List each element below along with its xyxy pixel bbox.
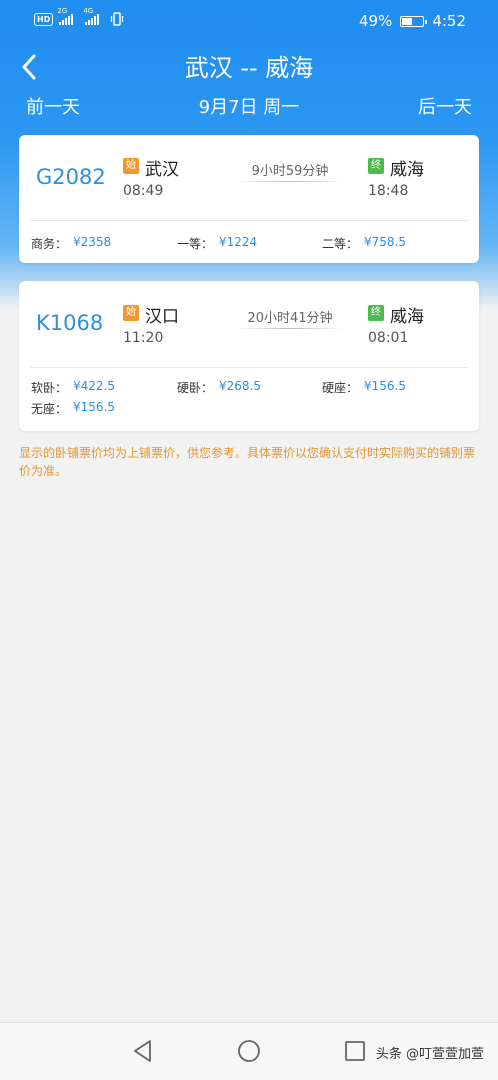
duration: 9小时59分钟 bbox=[251, 164, 329, 179]
hd-icon: HD bbox=[34, 12, 54, 26]
divider bbox=[30, 220, 467, 221]
train-card-g2082[interactable]: G2082 始 武汉 08:49 9小时59分钟 终 威海 18:48 商务： … bbox=[19, 135, 479, 263]
end-tag: 终 bbox=[368, 158, 384, 174]
prev-day-button[interactable]: 前一天 bbox=[26, 93, 80, 119]
train-number: G2082 bbox=[36, 165, 106, 189]
arrive-time: 18:48 bbox=[368, 183, 409, 199]
duration-line bbox=[234, 328, 346, 329]
seat-price-business: ¥2358 bbox=[73, 235, 112, 249]
duration-line bbox=[234, 181, 346, 182]
arrive-time: 08:01 bbox=[368, 330, 409, 346]
train-card-k1068[interactable]: K1068 始 汉口 11:20 20小时41分钟 终 威海 08:01 软卧：… bbox=[19, 281, 479, 431]
depart-time: 11:20 bbox=[123, 330, 164, 346]
nav-home-icon[interactable] bbox=[236, 1038, 262, 1064]
from-station: 汉口 bbox=[145, 307, 179, 327]
end-tag: 终 bbox=[368, 305, 384, 321]
seat-label-second: 二等： bbox=[322, 237, 359, 251]
signal-icon: 2G bbox=[57, 7, 74, 25]
next-day-button[interactable]: 后一天 bbox=[418, 93, 472, 119]
seat-label-soft-sleeper: 软卧： bbox=[31, 381, 68, 395]
train-number: K1068 bbox=[36, 311, 104, 335]
status-bar: HD 2G 4G 49% 4:52 bbox=[0, 0, 498, 42]
to-station: 威海 bbox=[390, 307, 424, 327]
nav-recents-icon[interactable] bbox=[342, 1038, 368, 1064]
vibrate-icon bbox=[111, 12, 124, 26]
signal-icon-2: 4G bbox=[83, 7, 100, 25]
seat-label-hard-seat: 硬座： bbox=[322, 381, 359, 395]
divider bbox=[30, 367, 467, 368]
seat-label-first: 一等： bbox=[177, 237, 214, 251]
clock: 4:52 bbox=[432, 12, 466, 30]
seat-price-standing: ¥156.5 bbox=[73, 400, 115, 414]
seat-price-soft-sleeper: ¥422.5 bbox=[73, 379, 115, 393]
seat-label-standing: 无座： bbox=[31, 402, 68, 416]
watermark: 头条 @叮萱萱加萱 bbox=[375, 1047, 484, 1062]
seat-price-second: ¥758.5 bbox=[364, 235, 406, 249]
network-type-label-2: 4G bbox=[83, 7, 94, 15]
seat-price-hard-seat: ¥156.5 bbox=[364, 379, 406, 393]
system-nav-bar: 头条 @叮萱萱加萱 bbox=[0, 1022, 498, 1080]
seat-label-business: 商务： bbox=[31, 237, 68, 251]
from-station: 武汉 bbox=[145, 160, 179, 180]
seat-label-hard-sleeper: 硬卧： bbox=[177, 381, 214, 395]
network-type-label: 2G bbox=[57, 7, 68, 15]
page-title: 武汉 -- 威海 bbox=[184, 54, 314, 82]
to-station: 威海 bbox=[390, 160, 424, 180]
start-tag: 始 bbox=[123, 158, 139, 174]
battery-percent: 49% bbox=[358, 12, 393, 30]
duration: 20小时41分钟 bbox=[247, 311, 333, 326]
date-switcher: 9月7日 周一 前一天 后一天 bbox=[0, 93, 498, 119]
nav-back-icon[interactable] bbox=[130, 1038, 156, 1064]
depart-time: 08:49 bbox=[123, 183, 164, 199]
seat-price-first: ¥1224 bbox=[219, 235, 258, 249]
price-notice: 显示的卧铺票价均为上铺票价，供您参考。具体票价以您确认支付时实际购买的铺别票价为… bbox=[19, 446, 476, 478]
seat-price-hard-sleeper: ¥268.5 bbox=[219, 379, 261, 393]
battery-icon bbox=[400, 15, 428, 27]
start-tag: 始 bbox=[123, 305, 139, 321]
